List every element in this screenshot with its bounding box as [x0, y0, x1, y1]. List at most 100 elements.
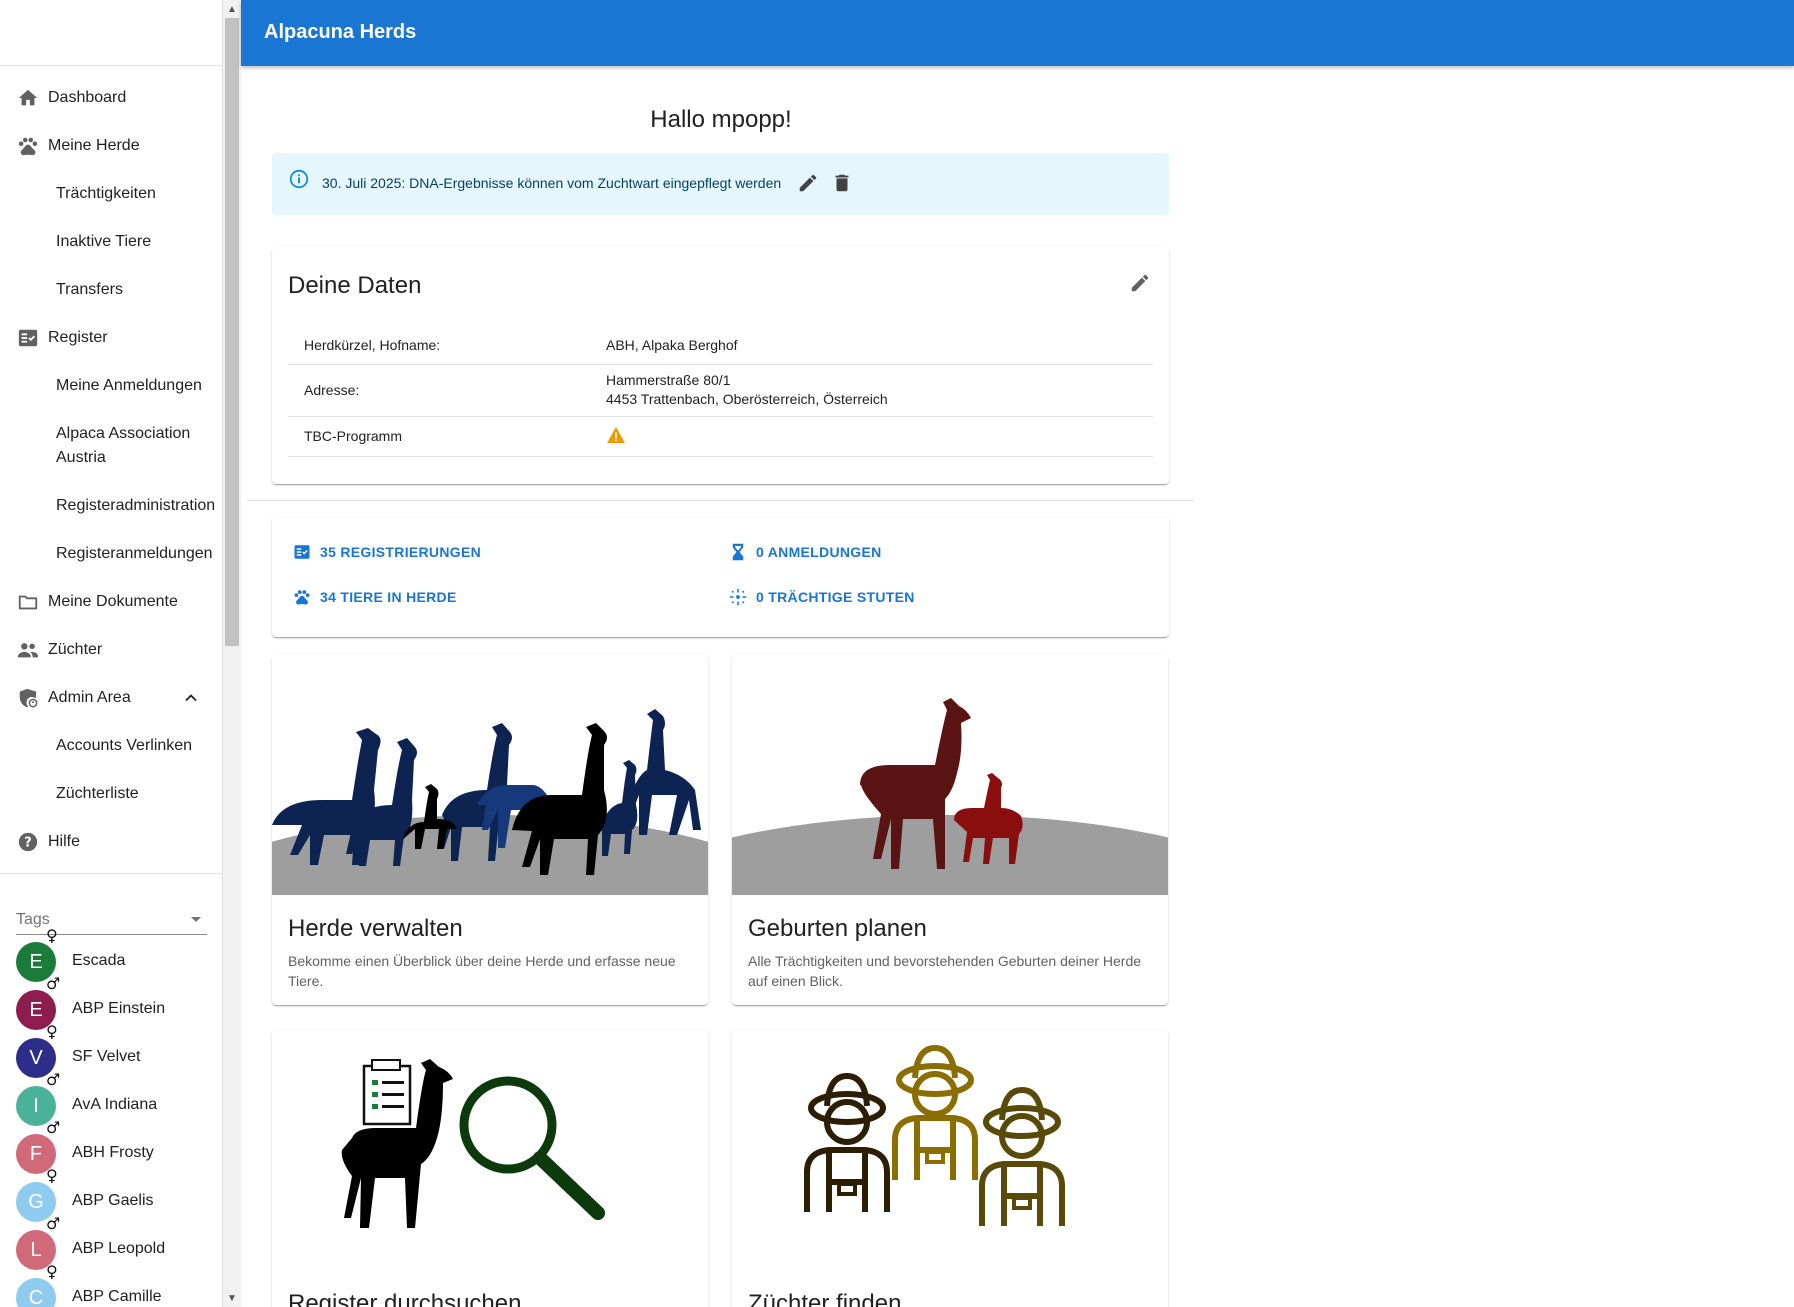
breeders-illustration — [732, 1030, 1168, 1270]
feature-title: Züchter finden — [748, 1290, 902, 1307]
sidebar-item-label: Admin Area — [48, 689, 131, 706]
sidebar: Dashboard Meine Herde Trächtigkeiten Ina… — [0, 0, 223, 1307]
hourglass-icon — [728, 542, 748, 562]
deine-daten-card: Deine Daten Herdkürzel, Hofname: ABH, Al… — [272, 247, 1169, 484]
data-table: Herdkürzel, Hofname: ABH, Alpaka Berghof… — [288, 327, 1153, 457]
stat-registrierungen-link[interactable]: 35 REGISTRIERUNGEN — [292, 542, 481, 562]
sidebar-item-inaktive-tiere[interactable]: Inaktive Tiere — [0, 230, 222, 254]
register-durchsuchen-card[interactable]: Register durchsuchen — [272, 1030, 708, 1307]
stats-card: 35 REGISTRIERUNGEN 0 ANMELDUNGEN 34 TIER… — [272, 517, 1169, 637]
male-icon: ♂ — [46, 1070, 61, 1089]
address-line-2: 4453 Trattenbach, Oberösterreich, Österr… — [606, 391, 888, 407]
sidebar-item-label: Register — [48, 329, 108, 346]
sidebar-scrollbar[interactable]: ▲ ▼ — [223, 0, 241, 1307]
feature-description: Bekomme einen Überblick über deine Herde… — [288, 953, 676, 989]
stat-label: 0 TRÄCHTIGE STUTEN — [756, 589, 915, 605]
sidebar-item-hilfe[interactable]: ? Hilfe — [0, 830, 222, 854]
sidebar-item-zuechterliste[interactable]: Züchterliste — [0, 782, 222, 806]
tags-select[interactable]: Tags — [16, 905, 207, 935]
sidebar-item-label: Transfers — [56, 281, 123, 298]
herde-verwalten-card[interactable]: Herde verwalten Bekomme einen Überblick … — [272, 655, 708, 1005]
sidebar-item-label: Meine Herde — [48, 137, 140, 154]
register-icon — [292, 542, 312, 562]
stat-anmeldungen-link[interactable]: 0 ANMELDUNGEN — [728, 542, 882, 562]
folder-icon — [16, 590, 40, 614]
avatar: C — [16, 1278, 56, 1307]
sidebar-item-label: Züchter — [48, 641, 103, 658]
sidebar-item-registeradministration[interactable]: Registeradministration — [0, 494, 222, 518]
sidebar-item-traechtigkeiten[interactable]: Trächtigkeiten — [0, 182, 222, 206]
sidebar-item-label: Registeranmeldungen — [56, 545, 213, 562]
stat-tiere-link[interactable]: 34 TIERE IN HERDE — [292, 587, 457, 607]
sidebar-item-label: Züchterliste — [56, 785, 139, 802]
female-icon: ♀ — [46, 1262, 58, 1281]
svg-text:?: ? — [24, 836, 31, 851]
edit-icon[interactable] — [797, 172, 819, 199]
sidebar-item-register[interactable]: Register — [0, 326, 222, 350]
sidebar-item-registeranmeldungen[interactable]: Registeranmeldungen — [0, 542, 222, 566]
births-illustration — [732, 655, 1168, 895]
animal-list-item[interactable]: C ♀ ABP Camille — [16, 1262, 216, 1307]
home-icon — [16, 86, 40, 110]
zuechter-finden-card[interactable]: Züchter finden — [732, 1030, 1168, 1307]
stat-label: 0 ANMELDUNGEN — [756, 544, 882, 560]
animal-name: SF Velvet — [72, 1048, 141, 1065]
card-title: Deine Daten — [288, 272, 422, 299]
geburten-planen-card[interactable]: Geburten planen Alle Trächtigkeiten und … — [732, 655, 1168, 1005]
stat-traechtige-link[interactable]: 0 TRÄCHTIGE STUTEN — [728, 587, 915, 607]
feature-title: Geburten planen — [748, 915, 927, 942]
animal-name: ABH Frosty — [72, 1144, 154, 1161]
scroll-down-icon[interactable]: ▼ — [223, 1289, 241, 1307]
table-row: TBC-Programm — [288, 416, 1153, 457]
app-title: Alpacuna Herds — [264, 21, 417, 43]
scrollbar-thumb[interactable] — [225, 18, 239, 646]
register-search-illustration — [272, 1030, 708, 1270]
female-icon: ♀ — [46, 926, 58, 945]
register-icon — [16, 326, 40, 350]
sidebar-item-admin-area[interactable]: Admin Area — [0, 686, 222, 713]
help-icon: ? — [16, 830, 40, 854]
sidebar-item-meine-anmeldungen[interactable]: Meine Anmeldungen — [0, 374, 222, 398]
delete-icon[interactable] — [831, 172, 853, 199]
feature-description: Alle Trächtigkeiten und bevorstehenden G… — [748, 953, 1142, 989]
animal-name: ABP Leopold — [72, 1240, 166, 1257]
sidebar-divider — [0, 873, 222, 874]
sidebar-item-transfers[interactable]: Transfers — [0, 278, 222, 302]
sidebar-item-accounts-verlinken[interactable]: Accounts Verlinken — [0, 734, 222, 758]
dropdown-arrow-icon — [191, 917, 201, 922]
sidebar-item-zuechter[interactable]: Züchter — [0, 638, 222, 662]
male-icon: ♂ — [46, 974, 61, 993]
address-line-1: Hammerstraße 80/1 — [606, 372, 731, 388]
admin-shield-icon — [16, 686, 40, 710]
feature-title: Register durchsuchen — [288, 1290, 522, 1307]
paw-icon — [16, 134, 40, 158]
feature-title: Herde verwalten — [288, 915, 463, 942]
herd-illustration — [272, 655, 708, 895]
scroll-up-icon[interactable]: ▲ — [223, 0, 241, 18]
sidebar-item-label: Dashboard — [48, 89, 127, 106]
female-icon: ♀ — [46, 1166, 58, 1185]
sidebar-item-dashboard[interactable]: Dashboard — [0, 86, 222, 110]
sidebar-item-meine-dokumente[interactable]: Meine Dokumente — [0, 590, 222, 614]
sidebar-item-alpaca-association-austria[interactable]: Alpaca Association Austria — [0, 422, 222, 470]
chevron-up-icon[interactable] — [181, 688, 201, 713]
sidebar-item-meine-herde[interactable]: Meine Herde — [0, 134, 222, 158]
section-divider — [247, 500, 1194, 501]
row-value — [590, 416, 1153, 457]
table-row: Adresse: Hammerstraße 80/1 4453 Trattenb… — [288, 364, 1153, 417]
row-value: Hammerstraße 80/1 4453 Trattenbach, Ober… — [590, 364, 1153, 417]
row-key: Adresse: — [288, 364, 590, 417]
sidebar-item-label: Trächtigkeiten — [56, 185, 156, 202]
edit-icon[interactable] — [1129, 272, 1151, 299]
animal-name: Escada — [72, 952, 126, 969]
sidebar-item-label: Inaktive Tiere — [56, 233, 152, 250]
stat-label: 34 TIERE IN HERDE — [320, 589, 457, 605]
female-icon: ♀ — [46, 1022, 58, 1041]
tags-placeholder: Tags — [16, 911, 50, 928]
sidebar-item-label: Registeradministration — [56, 497, 216, 514]
sidebar-item-label: Meine Anmeldungen — [56, 377, 202, 394]
sparkle-icon — [728, 587, 748, 607]
paw-icon — [292, 587, 312, 607]
stat-label: 35 REGISTRIERUNGEN — [320, 544, 481, 560]
row-key: TBC-Programm — [288, 416, 590, 457]
